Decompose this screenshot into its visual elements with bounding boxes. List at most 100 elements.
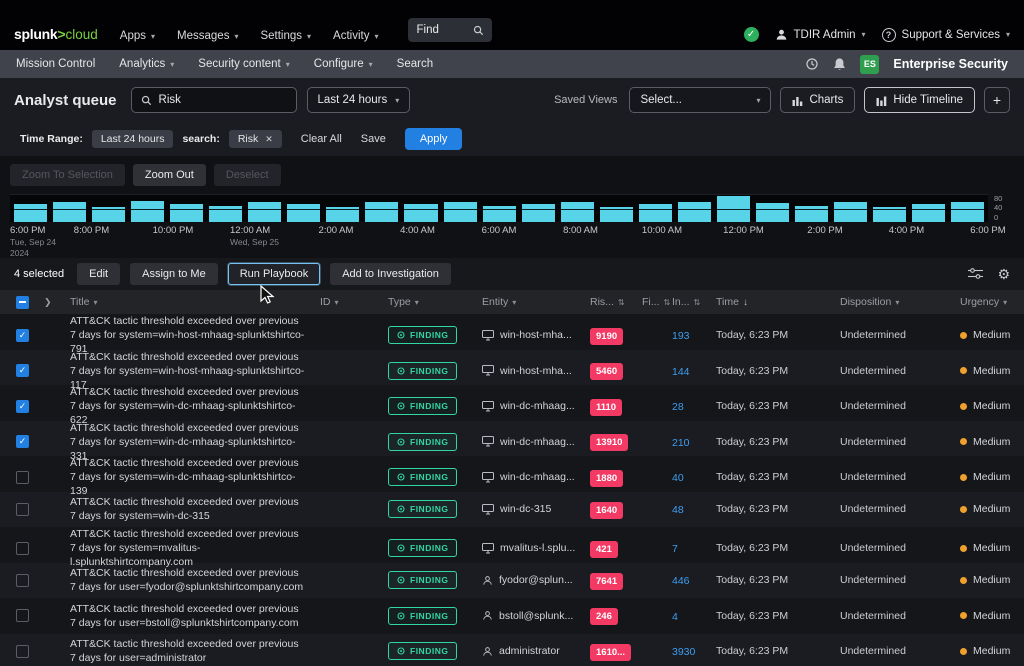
menu-messages[interactable]: Messages▾	[177, 30, 238, 42]
row-checkbox[interactable]	[16, 435, 29, 448]
row-title[interactable]: ATT&CK tactic threshold exceeded over pr…	[70, 637, 320, 665]
history-icon[interactable]	[805, 57, 819, 71]
assign-to-me-button[interactable]: Assign to Me	[130, 263, 218, 285]
row-entity[interactable]: bstoll@splunk...	[482, 610, 590, 622]
nav-item-mission-control[interactable]: Mission Control	[16, 58, 95, 70]
row-checkbox[interactable]	[16, 364, 29, 377]
save-filter-button[interactable]: Save	[361, 133, 386, 145]
row-entity[interactable]: win-dc-mhaag...	[482, 400, 590, 412]
notifications-bell-icon[interactable]	[833, 57, 846, 71]
row-entity[interactable]: win-host-mha...	[482, 329, 590, 341]
table-row[interactable]: ATT&CK tactic threshold exceeded over pr…	[0, 563, 1024, 599]
col-header-urgency[interactable]: Urgency▾	[960, 296, 1024, 308]
gear-icon[interactable]: ⚙	[997, 267, 1010, 281]
col-header-entity[interactable]: Entity▾	[482, 296, 590, 308]
zoom-out-button[interactable]: Zoom Out	[133, 164, 206, 186]
table-row[interactable]: ATT&CK tactic threshold exceeded over pr…	[0, 314, 1024, 350]
time-range-chip[interactable]: Last 24 hours	[92, 130, 174, 148]
finding-type-badge: FINDING	[388, 642, 457, 660]
apply-button[interactable]: Apply	[405, 128, 463, 150]
col-header-id[interactable]: ID▾	[320, 296, 388, 308]
run-playbook-button[interactable]: Run Playbook	[228, 263, 321, 285]
user-name: TDIR Admin	[794, 29, 856, 41]
row-checkbox-cell	[16, 609, 44, 622]
finding-type-label: FINDING	[410, 401, 448, 411]
charts-button[interactable]: Charts	[780, 87, 855, 113]
nav-item-security-content[interactable]: Security content▾	[198, 58, 289, 70]
contributing-count-link[interactable]: 40	[672, 472, 684, 484]
expand-all-chevron-icon[interactable]: ❯	[44, 297, 52, 308]
row-entity[interactable]: win-dc-mhaag...	[482, 436, 590, 448]
contributing-count-link[interactable]: 210	[672, 437, 690, 449]
contributing-count-link[interactable]: 7	[672, 543, 678, 555]
add-view-button[interactable]: +	[984, 87, 1010, 113]
row-checkbox[interactable]	[16, 645, 29, 658]
filter-sliders-icon[interactable]	[968, 268, 983, 280]
col-header-time[interactable]: Time↓	[716, 296, 840, 308]
table-row[interactable]: ATT&CK tactic threshold exceeded over pr…	[0, 492, 1024, 528]
contributing-count-link[interactable]: 4	[672, 611, 678, 623]
saved-views-select[interactable]: Select... ▾	[629, 87, 771, 113]
find-search-input[interactable]: Find	[408, 18, 492, 42]
row-disposition: Undetermined	[840, 503, 960, 515]
row-entity[interactable]: win-host-mha...	[482, 365, 590, 377]
select-all-checkbox[interactable]	[16, 296, 29, 309]
row-title[interactable]: ATT&CK tactic threshold exceeded over pr…	[70, 495, 320, 523]
col-header-disposition[interactable]: Disposition▾	[840, 296, 960, 308]
col-header-risk[interactable]: Ris...⇅	[590, 296, 642, 308]
nav-item-configure[interactable]: Configure▾	[314, 58, 373, 70]
row-title[interactable]: ATT&CK tactic threshold exceeded over pr…	[70, 566, 320, 594]
col-header-findings[interactable]: Fi...⇅	[642, 296, 672, 308]
support-menu[interactable]: ? Support & Services ▾	[882, 28, 1010, 42]
row-checkbox[interactable]	[16, 329, 29, 342]
row-checkbox[interactable]	[16, 542, 29, 555]
contributing-count-link[interactable]: 144	[672, 366, 690, 378]
remove-filter-icon[interactable]: ✕	[265, 134, 273, 145]
table-row[interactable]: ATT&CK tactic threshold exceeded over pr…	[0, 598, 1024, 634]
row-entity[interactable]: administrator	[482, 645, 590, 657]
col-header-investigations[interactable]: In...⇅	[672, 296, 716, 308]
contributing-count-link[interactable]: 3930	[672, 646, 695, 658]
table-row[interactable]: ATT&CK tactic threshold exceeded over pr…	[0, 527, 1024, 563]
row-entity[interactable]: win-dc-mhaag...	[482, 471, 590, 483]
health-status-icon[interactable]: ✓	[744, 27, 759, 42]
table-row[interactable]: ATT&CK tactic threshold exceeded over pr…	[0, 421, 1024, 457]
time-range-dropdown[interactable]: Last 24 hours ▾	[307, 87, 411, 113]
row-entity[interactable]: fyodor@splun...	[482, 574, 590, 586]
menu-activity[interactable]: Activity▾	[333, 30, 378, 42]
table-row[interactable]: ATT&CK tactic threshold exceeded over pr…	[0, 456, 1024, 492]
col-header-title[interactable]: Title▾	[70, 296, 320, 308]
row-checkbox[interactable]	[16, 574, 29, 587]
table-row[interactable]: ATT&CK tactic threshold exceeded over pr…	[0, 385, 1024, 421]
search-filter-chip[interactable]: Risk ✕	[229, 130, 282, 148]
contributing-count-link[interactable]: 193	[672, 330, 690, 342]
clear-all-button[interactable]: Clear All	[301, 133, 342, 145]
row-checkbox[interactable]	[16, 400, 29, 413]
col-header-type[interactable]: Type▾	[388, 296, 482, 308]
es-app-icon[interactable]: ES	[860, 55, 879, 74]
row-entity[interactable]: win-dc-315	[482, 503, 590, 515]
contributing-count-link[interactable]: 28	[672, 401, 684, 413]
row-checkbox[interactable]	[16, 503, 29, 516]
contributing-count-link[interactable]: 446	[672, 575, 690, 587]
contributing-count-link[interactable]: 48	[672, 504, 684, 516]
hide-timeline-button[interactable]: Hide Timeline	[864, 87, 975, 113]
table-row[interactable]: ATT&CK tactic threshold exceeded over pr…	[0, 350, 1024, 386]
splunk-cloud-logo[interactable]: splunk>cloud	[14, 26, 98, 42]
edit-button[interactable]: Edit	[77, 263, 120, 285]
row-title[interactable]: ATT&CK tactic threshold exceeded over pr…	[70, 602, 320, 630]
queue-search-input[interactable]: Risk	[131, 87, 297, 113]
timeline-chart-area[interactable]	[10, 194, 988, 222]
nav-item-analytics[interactable]: Analytics▾	[119, 58, 174, 70]
menu-apps[interactable]: Apps▾	[120, 30, 155, 42]
menu-settings[interactable]: Settings▾	[260, 30, 311, 42]
table-row[interactable]: ATT&CK tactic threshold exceeded over pr…	[0, 634, 1024, 666]
row-checkbox[interactable]	[16, 471, 29, 484]
nav-item-search[interactable]: Search	[397, 58, 433, 70]
row-checkbox[interactable]	[16, 609, 29, 622]
user-menu[interactable]: TDIR Admin ▾	[775, 28, 866, 41]
row-title[interactable]: ATT&CK tactic threshold exceeded over pr…	[70, 527, 320, 570]
row-title[interactable]: ATT&CK tactic threshold exceeded over pr…	[70, 456, 320, 499]
add-to-investigation-button[interactable]: Add to Investigation	[330, 263, 451, 285]
row-entity[interactable]: mvalitus-l.splu...	[482, 542, 590, 554]
